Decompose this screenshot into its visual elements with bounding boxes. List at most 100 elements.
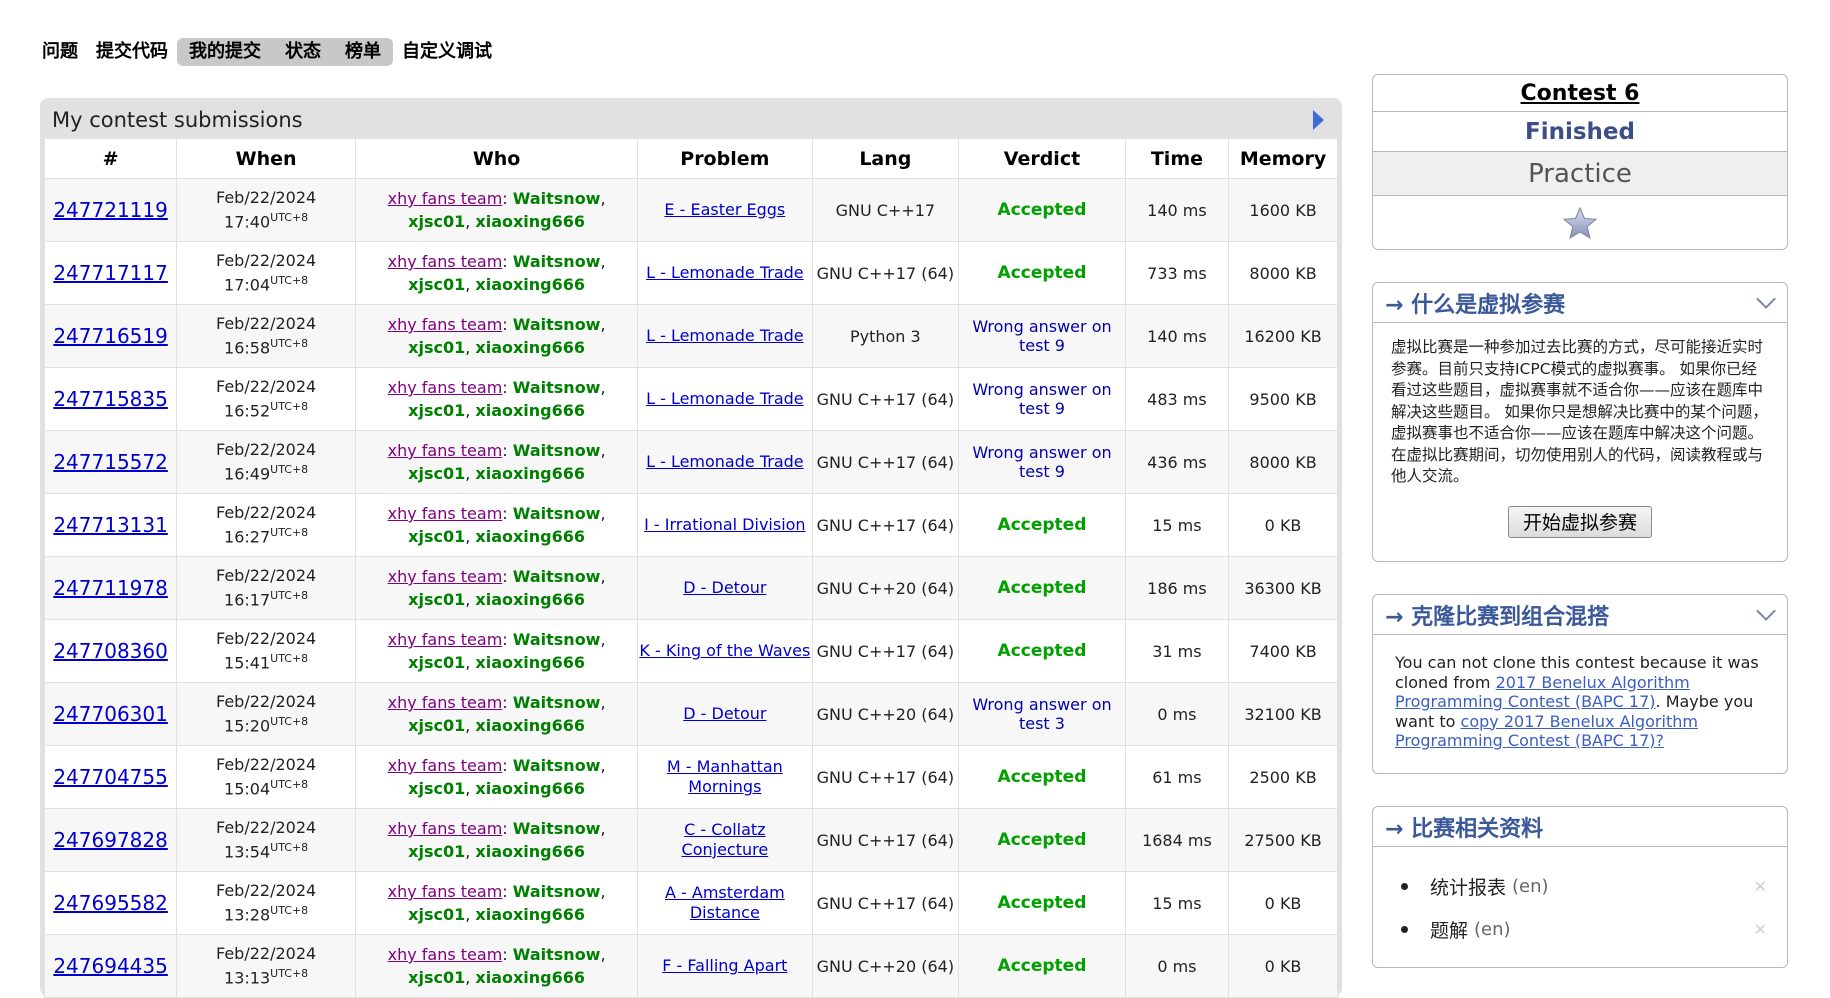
submission-id-link[interactable]: 247711978 (53, 576, 168, 600)
menu-my-submissions[interactable]: 我的提交 (177, 38, 273, 66)
team-link[interactable]: xhy fans team (388, 252, 503, 271)
submission-id-link[interactable]: 247694435 (53, 954, 168, 978)
member-link[interactable]: xjsc01 (408, 716, 465, 735)
team-link[interactable]: xhy fans team (388, 189, 503, 208)
menu-standings[interactable]: 榜单 (333, 38, 393, 66)
chevron-down-icon[interactable] (1756, 288, 1776, 309)
member-link[interactable]: xjsc01 (408, 401, 465, 420)
member-link[interactable]: Waitsnow (513, 252, 601, 271)
submission-id-link[interactable]: 247708360 (53, 639, 168, 663)
member-link[interactable]: xjsc01 (408, 275, 465, 294)
favourite-star[interactable] (1373, 196, 1787, 250)
member-link[interactable]: Waitsnow (513, 504, 601, 523)
who-line-1: xhy fans team: Waitsnow, (357, 565, 636, 588)
member-link[interactable]: xiaoxing666 (475, 464, 585, 483)
problem-link[interactable]: K - King of the Waves (639, 641, 810, 661)
submission-id-link[interactable]: 247704755 (53, 765, 168, 789)
material-link[interactable]: 题解 (1430, 916, 1468, 943)
problem-link[interactable]: D - Detour (683, 578, 766, 598)
member-link[interactable]: Waitsnow (513, 189, 601, 208)
member-link[interactable]: xjsc01 (408, 842, 465, 861)
menu-submit-code[interactable]: 提交代码 (87, 36, 177, 68)
problem-link[interactable]: E - Easter Eggs (664, 200, 785, 220)
member-link[interactable]: xiaoxing666 (475, 401, 585, 420)
team-link[interactable]: xhy fans team (388, 882, 503, 901)
member-link[interactable]: Waitsnow (513, 693, 601, 712)
member-link[interactable]: xjsc01 (408, 212, 465, 231)
team-link[interactable]: xhy fans team (388, 567, 503, 586)
member-link[interactable]: Waitsnow (513, 378, 601, 397)
submission-id-link[interactable]: 247713131 (53, 513, 168, 537)
submission-id-link[interactable]: 247716519 (53, 324, 168, 348)
submission-id-link[interactable]: 247697828 (53, 828, 168, 852)
team-link[interactable]: xhy fans team (388, 945, 503, 964)
verdict-label: Accepted (997, 515, 1087, 535)
submission-time-wrap: 15:41UTC+8 (178, 649, 354, 673)
submission-id-link[interactable]: 247721119 (53, 198, 168, 222)
team-link[interactable]: xhy fans team (388, 378, 503, 397)
member-link[interactable]: Waitsnow (513, 315, 601, 334)
submission-id-link[interactable]: 247715572 (53, 450, 168, 474)
member-link[interactable]: Waitsnow (513, 567, 601, 586)
submission-id-link[interactable]: 247717117 (53, 261, 168, 285)
separator-comma: , (465, 905, 476, 924)
member-link[interactable]: xiaoxing666 (475, 590, 585, 609)
member-link[interactable]: xiaoxing666 (475, 653, 585, 672)
member-link[interactable]: xjsc01 (408, 905, 465, 924)
member-link[interactable]: Waitsnow (513, 945, 601, 964)
member-link[interactable]: xiaoxing666 (475, 842, 585, 861)
problem-link[interactable]: C - Collatz Conjecture (639, 820, 810, 860)
chevron-down-icon[interactable] (1756, 600, 1776, 621)
member-link[interactable]: xjsc01 (408, 464, 465, 483)
member-link[interactable]: xjsc01 (408, 779, 465, 798)
team-link[interactable]: xhy fans team (388, 504, 503, 523)
member-link[interactable]: xiaoxing666 (475, 527, 585, 546)
team-link[interactable]: xhy fans team (388, 819, 503, 838)
team-link[interactable]: xhy fans team (388, 315, 503, 334)
member-link[interactable]: xjsc01 (408, 968, 465, 987)
submission-id-link[interactable]: 247715835 (53, 387, 168, 411)
team-link[interactable]: xhy fans team (388, 630, 503, 649)
submission-id-link[interactable]: 247695582 (53, 891, 168, 915)
menu-custom-test[interactable]: 自定义调试 (393, 36, 501, 68)
member-link[interactable]: xiaoxing666 (475, 968, 585, 987)
member-link[interactable]: xiaoxing666 (475, 905, 585, 924)
member-link[interactable]: Waitsnow (513, 756, 601, 775)
submission-id-link[interactable]: 247706301 (53, 702, 168, 726)
member-link[interactable]: xiaoxing666 (475, 716, 585, 735)
member-link[interactable]: xiaoxing666 (475, 338, 585, 357)
expand-arrow-icon[interactable] (1313, 110, 1324, 130)
member-link[interactable]: Waitsnow (513, 441, 601, 460)
member-link[interactable]: xiaoxing666 (475, 779, 585, 798)
menu-problems[interactable]: 问题 (32, 36, 87, 68)
problem-link[interactable]: L - Lemonade Trade (646, 326, 804, 346)
contest-name[interactable]: Contest 6 (1373, 75, 1787, 112)
close-icon[interactable]: ✕ (1754, 920, 1767, 939)
start-virtual-button[interactable]: 开始虚拟参赛 (1508, 505, 1652, 538)
team-link[interactable]: xhy fans team (388, 693, 503, 712)
member-link[interactable]: xiaoxing666 (475, 212, 585, 231)
problem-link[interactable]: L - Lemonade Trade (646, 452, 804, 472)
problem-link[interactable]: D - Detour (683, 704, 766, 724)
menu-status[interactable]: 状态 (273, 38, 333, 66)
problem-link[interactable]: A - Amsterdam Distance (639, 883, 810, 923)
member-link[interactable]: xjsc01 (408, 590, 465, 609)
problem-link[interactable]: F - Falling Apart (662, 956, 787, 976)
separator-comma: , (600, 567, 606, 586)
team-link[interactable]: xhy fans team (388, 756, 503, 775)
star-icon[interactable] (1563, 207, 1597, 239)
material-link[interactable]: 统计报表 (1430, 873, 1506, 900)
problem-link[interactable]: L - Lemonade Trade (646, 263, 804, 283)
member-link[interactable]: xiaoxing666 (475, 275, 585, 294)
member-link[interactable]: Waitsnow (513, 882, 601, 901)
member-link[interactable]: xjsc01 (408, 338, 465, 357)
member-link[interactable]: Waitsnow (513, 630, 601, 649)
member-link[interactable]: xjsc01 (408, 653, 465, 672)
problem-link[interactable]: M - Manhattan Mornings (639, 757, 810, 797)
member-link[interactable]: Waitsnow (513, 819, 601, 838)
member-link[interactable]: xjsc01 (408, 527, 465, 546)
problem-link[interactable]: L - Lemonade Trade (646, 389, 804, 409)
close-icon[interactable]: ✕ (1754, 877, 1767, 896)
team-link[interactable]: xhy fans team (388, 441, 503, 460)
problem-link[interactable]: I - Irrational Division (644, 515, 805, 535)
